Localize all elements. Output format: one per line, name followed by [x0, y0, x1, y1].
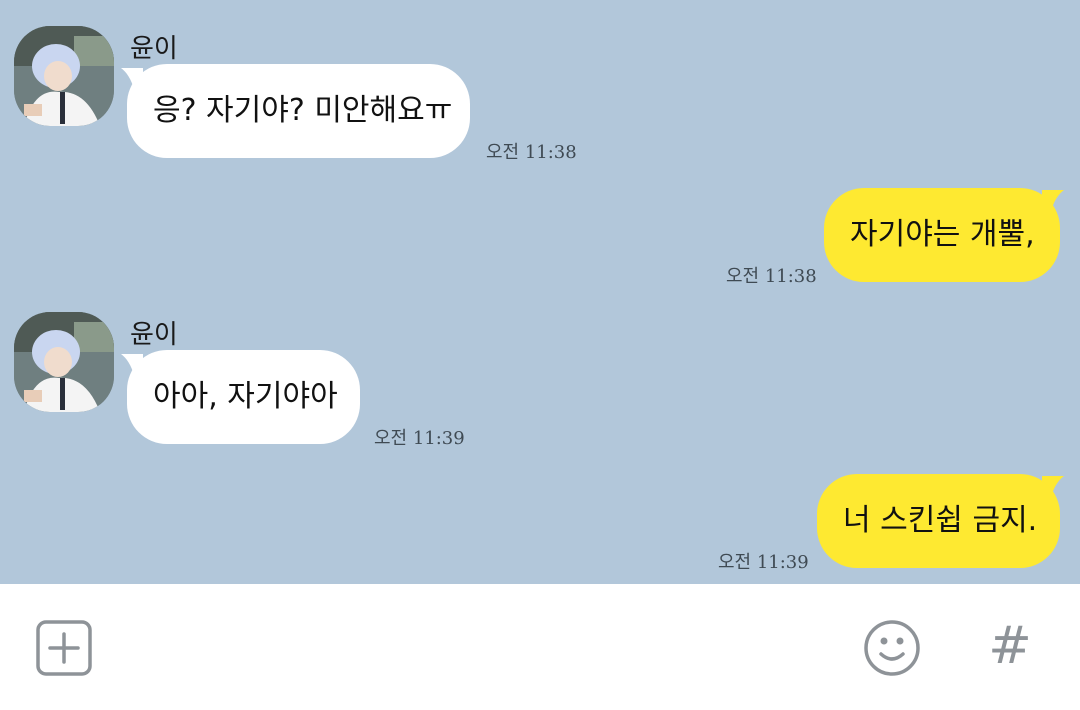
emoji-icon[interactable] [862, 618, 922, 682]
plus-square-icon[interactable] [36, 620, 92, 680]
message-timestamp: 오전 11:38 [486, 142, 577, 163]
avatar[interactable] [14, 26, 114, 126]
input-bar: # [0, 584, 1080, 710]
message-bubble-outgoing[interactable]: 자기야는 개뿔, [824, 188, 1060, 282]
message-bubble-incoming[interactable]: 아아, 자기야아 [127, 350, 360, 444]
message-bubble-outgoing[interactable]: 너 스킨쉽 금지. [817, 474, 1060, 568]
message-bubble-incoming[interactable]: 응? 자기야? 미안해요ㅠ [127, 64, 470, 158]
chat-area[interactable]: 윤이 응? 자기야? 미안해요ㅠ 오전 11:38 자기야는 개뿔, 오전 11… [0, 0, 1080, 584]
hashtag-icon[interactable]: # [986, 616, 1034, 676]
sender-name: 윤이 [130, 320, 178, 350]
sender-name: 윤이 [130, 34, 178, 64]
avatar[interactable] [14, 312, 114, 412]
message-timestamp: 오전 11:39 [718, 552, 809, 573]
message-timestamp: 오전 11:38 [726, 266, 817, 287]
message-timestamp: 오전 11:39 [374, 428, 465, 449]
